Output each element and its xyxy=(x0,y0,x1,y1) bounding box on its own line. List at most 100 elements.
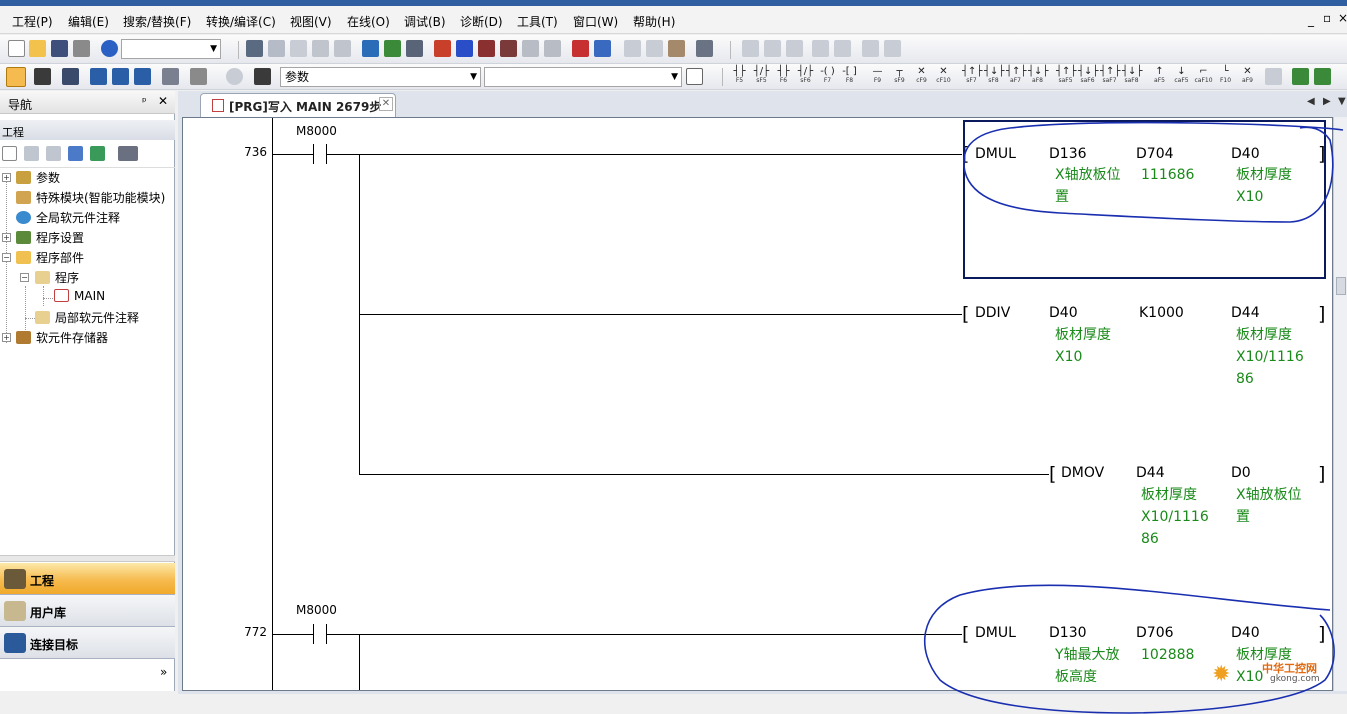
undo-icon[interactable] xyxy=(312,40,329,57)
fkey-saf7-button[interactable]: ┤↑├ saF7 xyxy=(1100,67,1120,87)
tree-item-program-setting[interactable]: 程序设置 xyxy=(16,229,84,247)
redo-icon[interactable] xyxy=(334,40,351,57)
ladder-jump-icon[interactable] xyxy=(834,40,851,57)
pin-icon[interactable]: ᵖ xyxy=(142,95,147,108)
tree-item-device-memory[interactable]: 软元件存储器 xyxy=(16,329,108,347)
close-window-button[interactable]: × xyxy=(1338,11,1347,25)
parts-selection-icon[interactable] xyxy=(34,68,51,85)
device-memory-icon[interactable] xyxy=(134,68,151,85)
ladder-zoom-icon[interactable] xyxy=(862,40,879,57)
ladder-insert-row-icon[interactable] xyxy=(742,40,759,57)
menu-help[interactable]: 帮助(H) xyxy=(633,13,675,30)
operand[interactable]: D40 xyxy=(1049,305,1078,321)
filter-icon[interactable] xyxy=(118,146,138,161)
ladder-find-icon[interactable] xyxy=(812,40,829,57)
cut-icon[interactable] xyxy=(246,40,263,57)
properties-icon[interactable] xyxy=(68,146,83,161)
expand-device-memory[interactable]: + xyxy=(2,333,11,342)
tab-connection-target[interactable]: 连接目标 xyxy=(0,627,175,659)
copy-data-icon[interactable] xyxy=(24,146,39,161)
find-next-icon[interactable] xyxy=(686,68,703,85)
disabled-help-icon[interactable] xyxy=(226,68,243,85)
ladder-delete-row-icon[interactable] xyxy=(764,40,781,57)
device-search-icon[interactable] xyxy=(362,40,379,57)
menu-project[interactable]: 工程(P) xyxy=(12,13,53,30)
read-from-plc-icon[interactable] xyxy=(456,40,473,57)
inline-st-icon[interactable] xyxy=(1265,68,1282,85)
statement-edit-icon[interactable] xyxy=(646,40,663,57)
navigation-toggle-icon[interactable] xyxy=(6,67,26,87)
tab-user-library[interactable]: 用户库 xyxy=(0,595,175,627)
tree-item-program-parts[interactable]: 程序部件 xyxy=(16,249,84,267)
ladder-editor[interactable]: 736 M8000 [ DMUL D136 D704 D40 ] X轴放板位 置… xyxy=(182,117,1333,691)
panel-splitter[interactable] xyxy=(0,555,175,562)
refresh-icon[interactable] xyxy=(90,146,105,161)
fkey-af7-button[interactable]: ┤↑├ aF7 xyxy=(1006,67,1026,87)
help-icon[interactable] xyxy=(101,40,118,57)
expand-parameters[interactable]: + xyxy=(2,173,11,182)
operand[interactable]: D44 xyxy=(1231,305,1260,321)
expand-chevron-icon[interactable]: » xyxy=(160,665,167,679)
fkey-f5-button[interactable]: ┤├ F5 xyxy=(730,67,749,87)
hex-icon[interactable] xyxy=(406,40,423,57)
output-window-icon[interactable] xyxy=(62,68,79,85)
menu-online[interactable]: 在线(O) xyxy=(347,13,390,30)
instruction-name[interactable]: DMUL xyxy=(975,625,1016,641)
fkey-sf5-button[interactable]: ┤/├ sF5 xyxy=(752,67,771,87)
collapse-program-parts[interactable]: − xyxy=(2,253,11,262)
comment-edit-icon[interactable] xyxy=(624,40,641,57)
scrollbar-thumb[interactable] xyxy=(1336,277,1346,295)
binoculars-icon[interactable] xyxy=(254,68,271,85)
fkey-saf6-button[interactable]: ┤↓├ saF6 xyxy=(1078,67,1098,87)
menu-view[interactable]: 视图(V) xyxy=(290,13,332,30)
menu-diagnostics[interactable]: 诊断(D) xyxy=(460,13,503,30)
expand-program-setting[interactable]: + xyxy=(2,233,11,242)
device-list-icon[interactable] xyxy=(90,68,107,85)
minimize-button[interactable]: _ xyxy=(1308,13,1314,27)
fkey-af5-button[interactable]: ↑ aF5 xyxy=(1150,67,1169,87)
menu-window[interactable]: 窗口(W) xyxy=(573,13,618,30)
note-edit-icon[interactable] xyxy=(668,40,685,57)
search-combo[interactable]: 参数 ▼ xyxy=(280,67,481,87)
paste-icon[interactable] xyxy=(290,40,307,57)
copy-icon[interactable] xyxy=(268,40,285,57)
tab-project[interactable]: 工程 xyxy=(0,563,175,595)
collapse-program[interactable]: − xyxy=(20,273,29,282)
fkey-f6-button[interactable]: ┤├ F6 xyxy=(774,67,793,87)
ladder-insert-col-icon[interactable] xyxy=(786,40,803,57)
fkey-saf5-button[interactable]: ┤↑├ saF5 xyxy=(1056,67,1076,87)
verify-icon[interactable] xyxy=(478,40,495,57)
fkey-cf9-button[interactable]: ✕ cF9 xyxy=(912,67,931,87)
menu-search-replace[interactable]: 搜索/替换(F) xyxy=(123,13,191,30)
tree-item-local-comment[interactable]: 局部软元件注释 xyxy=(35,309,139,327)
search-type-combo[interactable]: ▼ xyxy=(484,67,682,87)
save-icon[interactable] xyxy=(51,40,68,57)
tree-item-global-comment[interactable]: 全局软元件注释 xyxy=(16,209,120,227)
navigation-close-icon[interactable]: ✕ xyxy=(158,94,168,108)
menu-tools[interactable]: 工具(T) xyxy=(517,13,558,30)
tab-list-icon[interactable]: ▼ xyxy=(1338,96,1346,107)
watch-icon[interactable] xyxy=(162,68,179,85)
tree-item-main[interactable]: MAIN xyxy=(54,289,105,307)
fkey-af9-button[interactable]: ✕ aF9 xyxy=(1238,67,1257,87)
operand[interactable]: D0 xyxy=(1231,465,1251,481)
fkey-f8-button[interactable]: -[ ] F8 xyxy=(840,67,859,87)
fkey-sf7-button[interactable]: ┤↑├ sF7 xyxy=(962,67,982,87)
tree-item-parameters[interactable]: 参数 xyxy=(16,169,60,187)
fkey-f10-button[interactable]: └ F10 xyxy=(1216,67,1235,87)
fkey-sf9-button[interactable]: ┬ sF9 xyxy=(890,67,909,87)
menu-convert-compile[interactable]: 转换/编译(C) xyxy=(206,13,276,30)
document-close-icon[interactable]: ✕ xyxy=(379,97,393,111)
menu-edit[interactable]: 编辑(E) xyxy=(68,13,109,30)
vertical-scrollbar[interactable] xyxy=(1333,117,1347,691)
normally-open-contact[interactable] xyxy=(313,624,327,644)
tab-scroll-left-icon[interactable]: ◀ xyxy=(1307,96,1315,107)
fkey-sf8-button[interactable]: ┤↓├ sF8 xyxy=(984,67,1004,87)
paste-data-icon[interactable] xyxy=(46,146,61,161)
open-folder-icon[interactable] xyxy=(29,40,46,57)
normally-open-contact[interactable] xyxy=(313,144,327,164)
operand[interactable]: D130 xyxy=(1049,625,1087,641)
fkey-cf10-button[interactable]: ✕ cF10 xyxy=(934,67,953,87)
new-data-icon[interactable] xyxy=(2,146,17,161)
device-batch-icon[interactable] xyxy=(594,40,611,57)
